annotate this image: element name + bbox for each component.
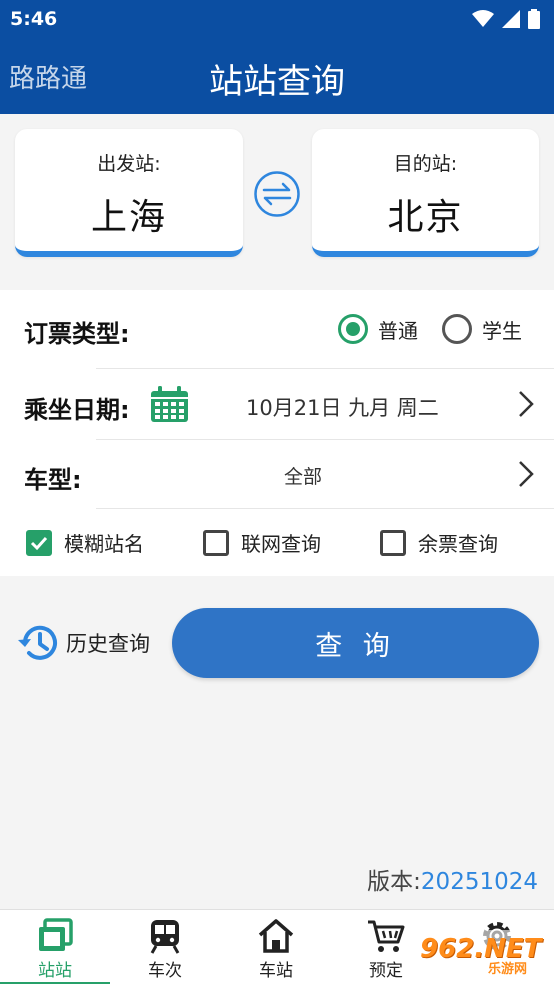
radio-normal-indicator (338, 314, 368, 344)
departure-station-card[interactable]: 出发站: 上海 (15, 129, 243, 257)
radio-student[interactable]: 学生 (442, 314, 522, 344)
house-icon (258, 919, 294, 953)
arrival-station-label: 目的站: (393, 153, 458, 175)
fuzzy-station-checkbox[interactable]: 模糊站名 (26, 528, 144, 557)
history-icon (18, 625, 57, 660)
status-time: 5:46 (10, 8, 58, 30)
train-type-label: 车型: (24, 466, 82, 494)
status-icons (472, 9, 540, 29)
fuzzy-station-label: 模糊站名 (64, 532, 144, 556)
history-query-link[interactable]: 历史查询 (16, 620, 150, 666)
nav-label: 车站 (259, 961, 293, 981)
train-icon (150, 920, 180, 954)
travel-date-value[interactable]: 10月21日 九月 周二 (246, 392, 439, 422)
radio-student-indicator (442, 314, 472, 344)
arrival-station-name: 北京 (387, 197, 464, 238)
radio-student-label: 学生 (482, 318, 522, 343)
checkbox-checked-icon (26, 529, 52, 556)
travel-date-label: 乘坐日期: (24, 396, 130, 424)
swap-stations-icon[interactable] (253, 170, 301, 218)
ticket-type-radio-group: 普通 学生 (338, 314, 522, 344)
online-query-checkbox[interactable]: 联网查询 (203, 528, 321, 557)
cart-icon (368, 920, 405, 952)
signal-icon (502, 10, 520, 28)
nav-label: 车次 (148, 961, 182, 981)
version-number: 20251024 (420, 869, 538, 895)
online-query-label: 联网查询 (241, 532, 321, 556)
divider (96, 439, 554, 440)
status-bar: 5:46 (0, 0, 554, 38)
battery-icon (528, 9, 540, 29)
nav-item-station-to-station[interactable]: 站站 (0, 910, 110, 984)
calendar-icon[interactable] (151, 386, 188, 422)
arrival-station-card[interactable]: 目的站: 北京 (312, 129, 539, 257)
radio-normal-label: 普通 (378, 318, 418, 343)
station-pair-icon (39, 918, 73, 951)
nav-item-train-number[interactable]: 车次 (110, 910, 220, 984)
query-button[interactable]: 查 询 (172, 608, 539, 678)
date-chevron-right-icon[interactable] (516, 390, 536, 418)
nav-item-station[interactable]: 车站 (221, 910, 331, 984)
wifi-icon (472, 10, 494, 27)
ticket-type-label: 订票类型: (24, 320, 130, 348)
divider (96, 508, 554, 509)
watermark-subtext: 乐游网 (488, 962, 528, 977)
departure-station-name: 上海 (90, 197, 167, 238)
checkbox-unchecked-icon (380, 529, 406, 556)
version-info: 版本:20251024 (367, 862, 538, 896)
train-type-value[interactable]: 全部 (284, 462, 322, 489)
radio-normal[interactable]: 普通 (338, 314, 418, 344)
app-bar: 路路通 站站查询 (0, 38, 554, 114)
checkbox-unchecked-icon (203, 529, 229, 556)
history-query-label: 历史查询 (66, 632, 150, 656)
station-selector: 出发站: 上海 目的站: 北京 (0, 114, 554, 264)
departure-station-label: 出发站: (97, 153, 161, 175)
nav-label: 站站 (38, 961, 72, 981)
train-type-chevron-right-icon[interactable] (516, 460, 536, 488)
query-options: 订票类型: 普通 学生 乘坐日期: 10月21日 九月 周二 车型: 全部 模糊… (0, 290, 554, 576)
page-title: 站站查询 (209, 62, 345, 102)
version-label: 版本: (367, 869, 421, 895)
remaining-tickets-checkbox[interactable]: 余票查询 (380, 528, 498, 557)
remaining-tickets-label: 余票查询 (418, 532, 498, 556)
divider (96, 368, 554, 369)
